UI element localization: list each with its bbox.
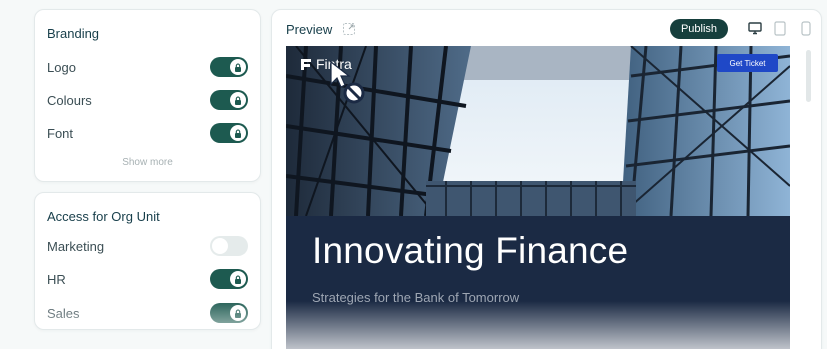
show-more-link[interactable]: Show more bbox=[35, 157, 260, 168]
site-preview: Fintra Get Ticket Innovating Finance Str… bbox=[286, 46, 790, 349]
logo-toggle[interactable] bbox=[210, 57, 248, 77]
lock-icon bbox=[230, 271, 246, 287]
lock-icon bbox=[230, 92, 246, 108]
publish-button[interactable]: Publish bbox=[670, 19, 728, 39]
branding-row-logo: Logo bbox=[47, 55, 248, 79]
access-card: Access for Org Unit Marketing HR Sales bbox=[34, 192, 261, 330]
hr-toggle[interactable] bbox=[210, 269, 248, 289]
hr-label: HR bbox=[47, 271, 66, 287]
hero-heading: Innovating Finance bbox=[312, 230, 629, 271]
lock-icon bbox=[230, 125, 246, 141]
preview-scrollbar[interactable] bbox=[806, 50, 811, 102]
tablet-icon[interactable] bbox=[774, 21, 786, 41]
fintra-logo-icon bbox=[301, 58, 311, 70]
site-fade-overlay bbox=[286, 301, 790, 349]
branding-card: Branding Logo Colours Font Show more bbox=[34, 9, 261, 182]
colours-label: Colours bbox=[47, 92, 92, 108]
lock-icon bbox=[230, 305, 246, 321]
preview-title: Preview bbox=[286, 22, 333, 37]
branding-row-font: Font bbox=[47, 121, 248, 145]
branding-title: Branding bbox=[47, 26, 100, 41]
preview-card: Preview Publish Get Ticket Innovating Fi… bbox=[271, 9, 822, 349]
get-ticket-button[interactable]: Get Ticket bbox=[717, 54, 778, 72]
branding-row-colours: Colours bbox=[47, 88, 248, 112]
font-label: Font bbox=[47, 125, 74, 141]
expand-icon[interactable] bbox=[342, 22, 356, 36]
marketing-toggle[interactable] bbox=[210, 236, 248, 256]
lock-icon bbox=[230, 59, 246, 75]
sales-label: Sales bbox=[47, 305, 80, 321]
access-title: Access for Org Unit bbox=[47, 209, 160, 224]
access-row-hr: HR bbox=[47, 267, 248, 291]
not-allowed-cursor-icon bbox=[328, 60, 368, 113]
marketing-label: Marketing bbox=[47, 238, 105, 254]
colours-toggle[interactable] bbox=[210, 90, 248, 110]
toggle-knob bbox=[212, 238, 228, 254]
sales-toggle[interactable] bbox=[210, 303, 248, 323]
font-toggle[interactable] bbox=[210, 123, 248, 143]
logo-label: Logo bbox=[47, 59, 76, 75]
desktop-icon[interactable] bbox=[748, 21, 762, 40]
mobile-icon[interactable] bbox=[801, 21, 811, 41]
access-row-sales: Sales bbox=[47, 301, 248, 325]
access-row-marketing: Marketing bbox=[47, 234, 248, 258]
